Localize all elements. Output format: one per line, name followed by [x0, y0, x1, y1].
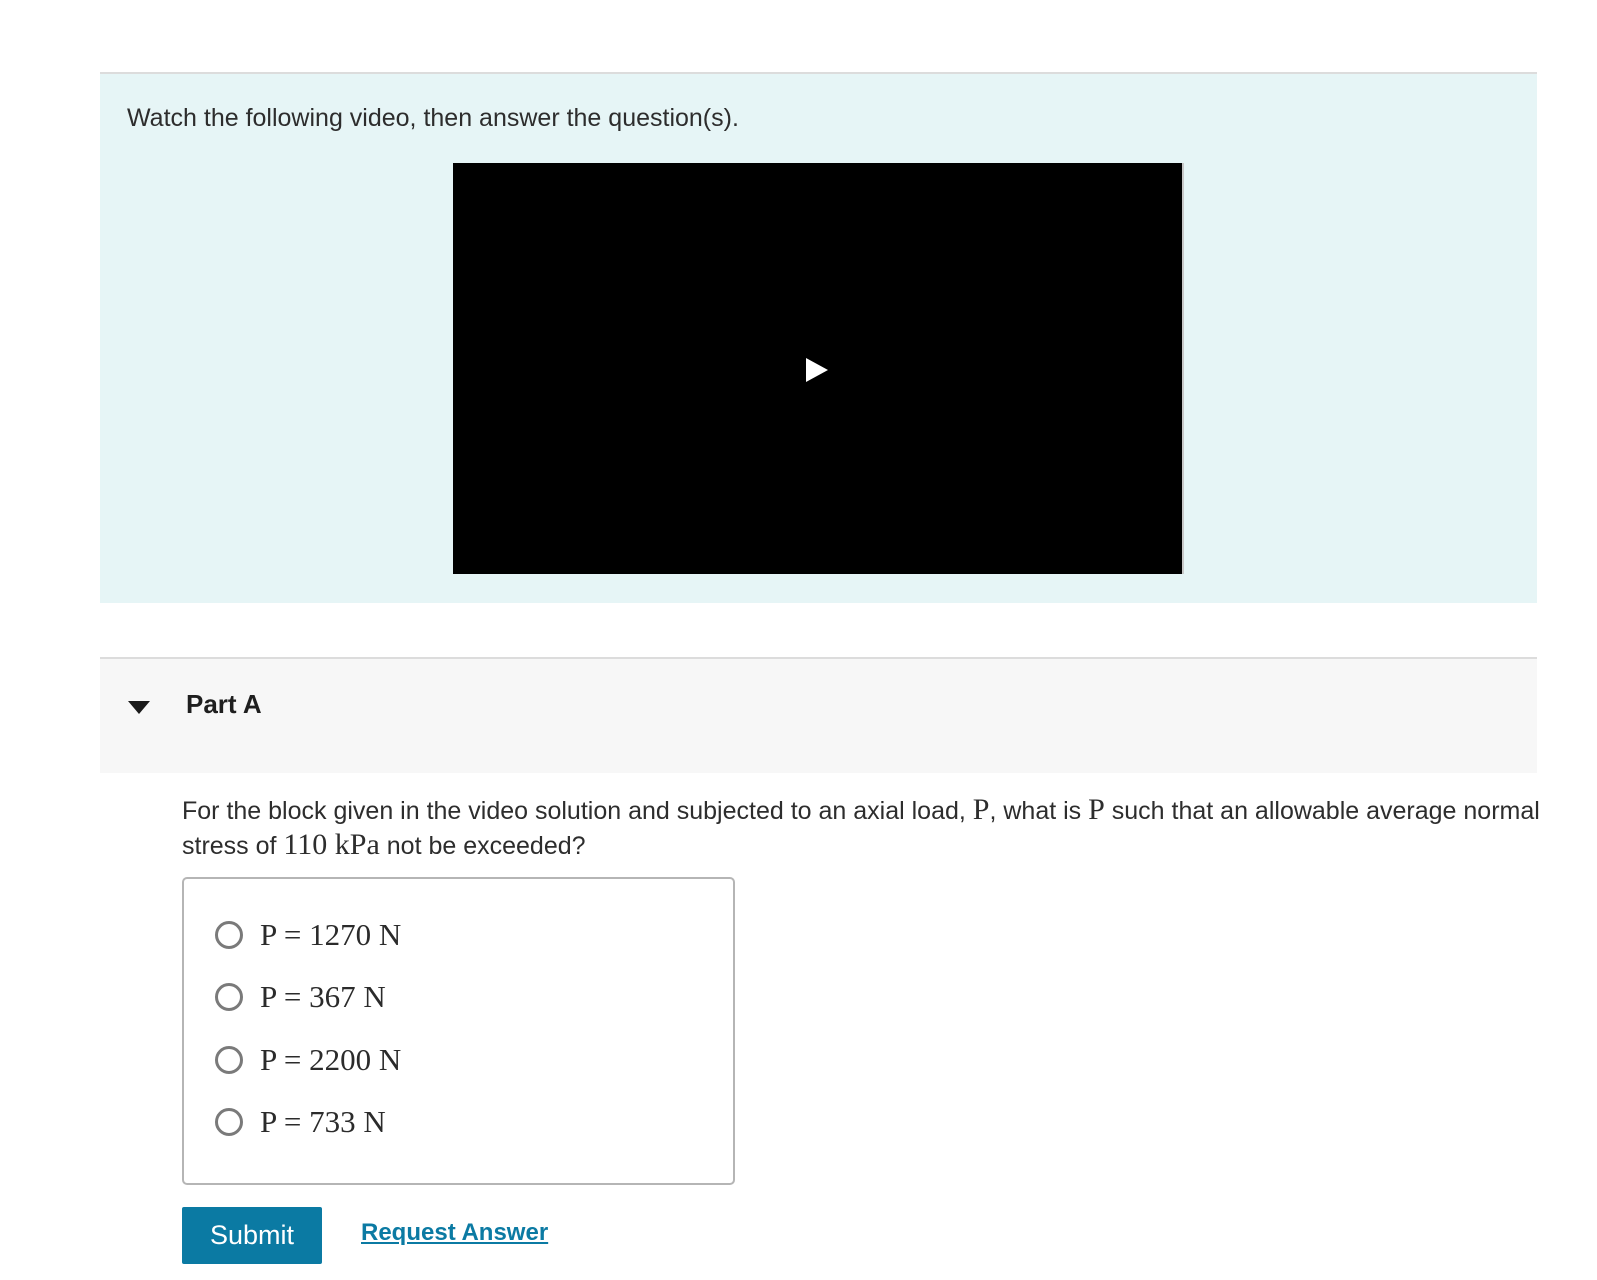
- question-text: For the block given in the video solutio…: [182, 793, 1542, 863]
- choice-label: P = 1270 N: [260, 917, 402, 952]
- submit-button[interactable]: Submit: [182, 1207, 322, 1264]
- play-icon[interactable]: [806, 358, 828, 382]
- choice-label: P = 2200 N: [260, 1042, 402, 1077]
- part-a-header[interactable]: Part A: [100, 657, 1537, 773]
- stress-value: 110 kPa: [283, 828, 380, 861]
- request-answer-link[interactable]: Request Answer: [361, 1219, 548, 1247]
- question-text-segment: not be exceeded?: [379, 832, 586, 860]
- caret-down-icon[interactable]: [128, 701, 150, 714]
- choice-2[interactable]: P = 367 N: [215, 977, 386, 1017]
- choice-3[interactable]: P = 2200 N: [215, 1040, 401, 1080]
- video-intro-panel: Watch the following video, then answer t…: [100, 72, 1537, 603]
- choice-4[interactable]: P = 733 N: [215, 1102, 386, 1142]
- question-text-segment: , what is: [989, 797, 1089, 825]
- radio-button[interactable]: [215, 983, 243, 1011]
- variable-p: P: [972, 793, 990, 826]
- radio-button[interactable]: [215, 1046, 243, 1074]
- variable-p: P: [1088, 793, 1105, 826]
- video-player[interactable]: [453, 163, 1184, 574]
- radio-button[interactable]: [215, 921, 243, 949]
- radio-button[interactable]: [215, 1108, 243, 1136]
- part-title: Part A: [186, 689, 262, 719]
- intro-instructions: Watch the following video, then answer t…: [127, 104, 739, 132]
- answer-choices: P = 1270 N P = 367 N P = 2200 N P = 733 …: [182, 877, 735, 1185]
- choice-1[interactable]: P = 1270 N: [215, 915, 401, 955]
- page: Watch the following video, then answer t…: [0, 0, 1597, 1280]
- choice-label: P = 733 N: [260, 1104, 386, 1139]
- choice-label: P = 367 N: [260, 979, 386, 1014]
- question-text-segment: For the block given in the video solutio…: [182, 797, 973, 825]
